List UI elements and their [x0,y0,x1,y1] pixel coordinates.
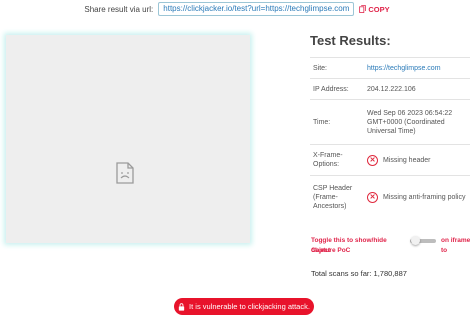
copy-icon [359,5,367,13]
time-value: Wed Sep 06 2023 06:54:22 GMT+0000 (Coord… [367,109,453,135]
result-row-time: Time: Wed Sep 06 2023 06:54:22 GMT+0000 … [310,99,470,144]
total-scans: Total scans so far: 1,780,887 [311,269,407,278]
total-value: 1,780,887 [373,269,407,278]
copy-button[interactable]: COPY [359,4,390,14]
result-row-site: Site: https://techglimpse.com [310,57,470,78]
iframe-preview [6,35,250,243]
result-row-csp: CSP Header (Frame-Ancestors) ✕ Missing a… [310,175,470,218]
ip-label: IP Address: [313,85,349,93]
banner-text: It is vulnerable to clickjacking attack. [189,302,310,311]
toggle-knob [411,236,420,245]
toggle-text-bottom: Capture PoC [311,247,351,254]
result-row-x-frame-options: X-Frame-Options: ✕ Missing header [310,144,470,175]
csp-value: Missing anti-framing policy [383,193,466,201]
ip-value: 204.12.222.106 [367,85,416,93]
show-object-toggle[interactable] [408,236,438,245]
site-value[interactable]: https://techglimpse.com [363,61,470,76]
site-label: Site: [313,64,328,72]
csp-status: ✕ Missing anti-framing policy [363,189,470,206]
error-x-icon: ✕ [367,191,378,203]
time-label: Time: [313,118,331,126]
vulnerability-banner: It is vulnerable to clickjacking attack. [174,298,314,315]
test-results-panel: Test Results: Site: https://techglimpse.… [310,33,470,218]
lock-icon [178,302,185,311]
error-x-icon: ✕ [367,154,378,166]
share-url-field[interactable]: https://clickjacker.io/test?url=https://… [158,2,355,16]
xframe-value: Missing header [383,156,431,164]
total-label: Total scans so far: [311,269,372,278]
csp-label: CSP Header (Frame-Ancestors) [313,184,353,210]
xframe-status: ✕ Missing header [363,152,470,169]
result-row-ip: IP Address: 204.12.222.106 [310,78,470,99]
broken-document-icon [116,162,134,184]
copy-label: COPY [368,4,390,14]
share-label: Share result via url: [84,4,154,14]
results-title: Test Results: [310,33,391,48]
xframe-label: X-Frame-Options: [313,152,343,168]
share-bar: Share result via url: https://clickjacke… [0,2,474,16]
